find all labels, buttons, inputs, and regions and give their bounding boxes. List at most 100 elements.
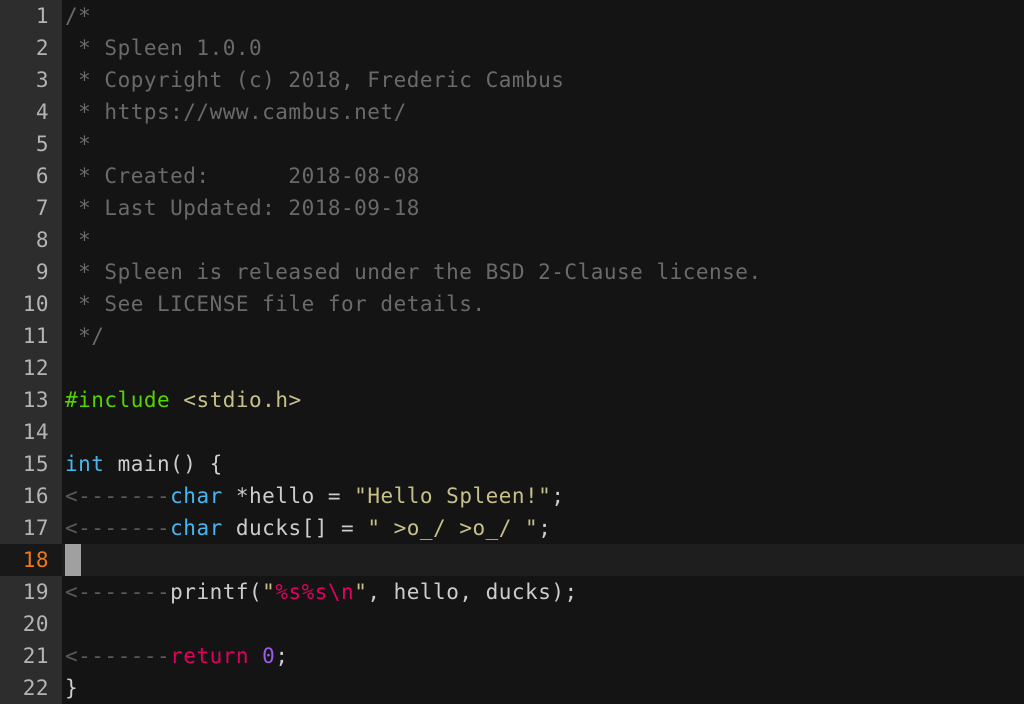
- code-line-text[interactable]: <-------char ducks[] = " >o_/ >o_/ ";: [62, 512, 1024, 544]
- code-line[interactable]: 5 *: [0, 128, 1024, 160]
- line-number: 19: [22, 580, 49, 604]
- code-line-text[interactable]: * Spleen 1.0.0: [62, 32, 1024, 64]
- token-comment: * Copyright (c) 2018, Frederic Cambus: [65, 68, 565, 92]
- code-line-text[interactable]: *: [62, 128, 1024, 160]
- line-number: 22: [22, 676, 49, 700]
- token-string: ": [262, 580, 276, 604]
- line-number: 1: [35, 4, 49, 28]
- token-comment: * Last Updated: 2018-09-18: [65, 196, 420, 220]
- code-line[interactable]: 2 * Spleen 1.0.0: [0, 32, 1024, 64]
- token-plain: ;: [275, 644, 289, 668]
- token-tab: <-------: [65, 644, 171, 668]
- line-number: 2: [35, 36, 49, 60]
- code-line-text[interactable]: <-------return 0;: [62, 640, 1024, 672]
- line-number: 6: [35, 164, 49, 188]
- token-comment: * Created: 2018-08-08: [65, 164, 420, 188]
- code-line[interactable]: 22}: [0, 672, 1024, 704]
- code-line-text[interactable]: *: [62, 224, 1024, 256]
- token-comment: * Spleen is released under the BSD 2-Cla…: [65, 260, 762, 284]
- code-line[interactable]: 14: [0, 416, 1024, 448]
- line-number: 3: [35, 68, 49, 92]
- token-plain: , hello, ducks);: [367, 580, 578, 604]
- token-plain: main() {: [104, 452, 223, 476]
- code-line-text[interactable]: /*: [62, 0, 1024, 32]
- line-number: 5: [35, 132, 49, 156]
- token-tab: <-------: [65, 516, 171, 540]
- token-plain: ducks[] =: [222, 516, 368, 540]
- token-comment: *: [65, 132, 92, 156]
- line-number: 11: [22, 324, 49, 348]
- line-number: 9: [35, 260, 49, 284]
- code-line[interactable]: 20: [0, 608, 1024, 640]
- code-line-text[interactable]: * https://www.cambus.net/: [62, 96, 1024, 128]
- token-plain: *hello =: [222, 484, 355, 508]
- token-type: char: [170, 484, 223, 508]
- code-line-text[interactable]: * Last Updated: 2018-09-18: [62, 192, 1024, 224]
- code-line[interactable]: 15 int main() {: [0, 448, 1024, 480]
- line-number: 13: [22, 388, 49, 412]
- line-number: 20: [22, 612, 49, 636]
- code-line-text[interactable]: * See LICENSE file for details.: [62, 288, 1024, 320]
- token-include: <stdio.h>: [183, 388, 302, 412]
- code-line-text[interactable]: * Spleen is released under the BSD 2-Cla…: [62, 256, 1024, 288]
- token-plain: printf(: [170, 580, 263, 604]
- token-kw: return: [170, 644, 250, 668]
- line-number: 10: [22, 292, 49, 316]
- token-string: " >o_/ >o_/ ": [367, 516, 539, 540]
- code-line-current[interactable]: 18: [0, 544, 1024, 576]
- code-line-text[interactable]: */: [62, 320, 1024, 352]
- code-line[interactable]: 19 <-------printf("%s%s\n", hello, ducks)…: [0, 576, 1024, 608]
- code-editor[interactable]: 1/* 2 * Spleen 1.0.0 3 * Copyright (c) 201…: [0, 0, 1024, 704]
- code-line-text[interactable]: }: [62, 672, 1024, 704]
- token-type: int: [65, 452, 105, 476]
- token-fmt: %s%s\n: [275, 580, 355, 604]
- code-buffer[interactable]: 1/* 2 * Spleen 1.0.0 3 * Copyright (c) 201…: [0, 0, 1024, 704]
- token-string: "Hello Spleen!": [354, 484, 552, 508]
- token-comment: /*: [65, 4, 92, 28]
- code-line[interactable]: 7 * Last Updated: 2018-09-18: [0, 192, 1024, 224]
- token-comment: * See LICENSE file for details.: [65, 292, 486, 316]
- code-line[interactable]: 21 <-------return 0;: [0, 640, 1024, 672]
- code-line-text[interactable]: <-------printf("%s%s\n", hello, ducks);: [62, 576, 1024, 608]
- line-number: 17: [22, 516, 49, 540]
- code-line-text[interactable]: <-------char *hello = "Hello Spleen!";: [62, 480, 1024, 512]
- token-plain: }: [65, 676, 79, 700]
- code-line-text[interactable]: #include <stdio.h>: [62, 384, 1024, 416]
- code-line[interactable]: 6 * Created: 2018-08-08: [0, 160, 1024, 192]
- token-plain: ;: [551, 484, 565, 508]
- code-line-text[interactable]: * Created: 2018-08-08: [62, 160, 1024, 192]
- code-line[interactable]: 3 * Copyright (c) 2018, Frederic Cambus: [0, 64, 1024, 96]
- code-line-text[interactable]: * Copyright (c) 2018, Frederic Cambus: [62, 64, 1024, 96]
- token-tab: <-------: [65, 580, 171, 604]
- line-number: 16: [22, 484, 49, 508]
- block-cursor: [65, 544, 81, 576]
- code-line[interactable]: 12: [0, 352, 1024, 384]
- token-tab: <-------: [65, 484, 171, 508]
- code-line[interactable]: 4 * https://www.cambus.net/: [0, 96, 1024, 128]
- token-plain: ;: [538, 516, 552, 540]
- line-number: 14: [22, 420, 49, 444]
- line-number: 15: [22, 452, 49, 476]
- code-line[interactable]: 10 * See LICENSE file for details.: [0, 288, 1024, 320]
- line-number: 18: [22, 548, 49, 572]
- line-number: 12: [22, 356, 49, 380]
- token-comment: */: [65, 324, 105, 348]
- token-comment: * Spleen 1.0.0: [65, 36, 263, 60]
- line-number: 4: [35, 100, 49, 124]
- token-pre: #include: [65, 388, 171, 412]
- code-line[interactable]: 11 */: [0, 320, 1024, 352]
- token-comment: * https://www.cambus.net/: [65, 100, 407, 124]
- line-number: 21: [22, 644, 49, 668]
- code-line[interactable]: 1 /*: [0, 0, 1024, 32]
- code-line[interactable]: 13 #include <stdio.h>: [0, 384, 1024, 416]
- code-line[interactable]: 17 <-------char ducks[] = " >o_/ >o_/ ";: [0, 512, 1024, 544]
- code-line[interactable]: 8 *: [0, 224, 1024, 256]
- line-number: 8: [35, 228, 49, 252]
- line-number: 7: [35, 196, 49, 220]
- code-line[interactable]: 16 <-------char *hello = "Hello Spleen!";: [0, 480, 1024, 512]
- token-string: ": [354, 580, 368, 604]
- code-line-text[interactable]: int main() {: [62, 448, 1024, 480]
- code-line[interactable]: 9 * Spleen is released under the BSD 2-C…: [0, 256, 1024, 288]
